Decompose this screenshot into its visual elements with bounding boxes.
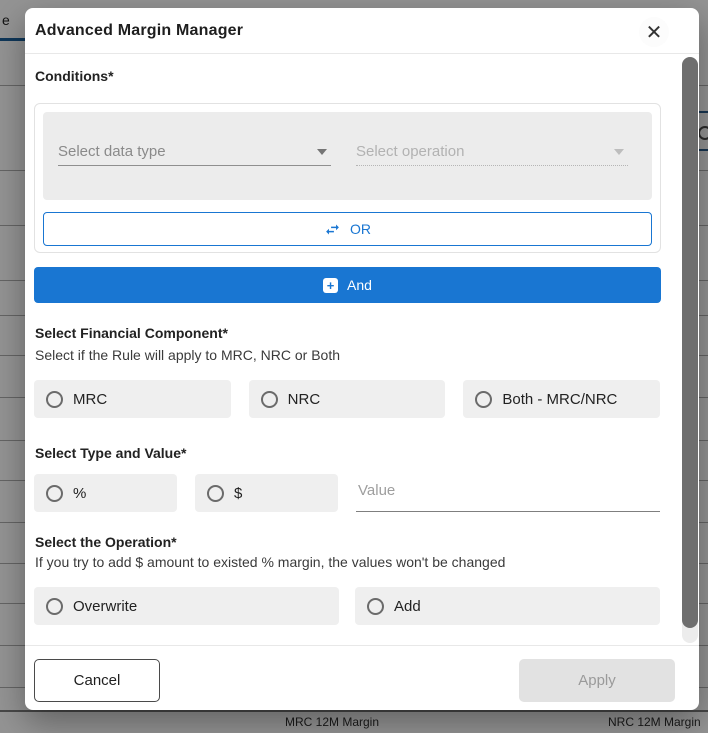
close-icon[interactable]: ✕ <box>639 17 669 47</box>
conditions-label: Conditions* <box>35 68 114 84</box>
type-and-value-label: Select Type and Value* <box>35 445 187 461</box>
swap-horizontal-icon <box>326 224 339 234</box>
plus-box-icon: + <box>323 277 339 293</box>
financial-component-options: MRC NRC Both - MRC/NRC <box>34 380 661 418</box>
radio-icon <box>46 484 63 502</box>
operation-options: Overwrite Add <box>34 587 660 625</box>
or-button-label: OR <box>350 221 371 237</box>
financial-component-label: Select Financial Component* <box>35 325 228 341</box>
option-percent[interactable]: % <box>34 474 177 512</box>
operation-description: If you try to add $ amount to existed % … <box>35 554 506 570</box>
type-and-value-options: % $ <box>34 474 660 512</box>
data-type-select[interactable]: Select data type <box>58 138 331 166</box>
and-button-label: And <box>347 277 372 293</box>
option-label: % <box>73 484 87 502</box>
radio-icon <box>46 597 63 615</box>
data-type-select-placeholder: Select data type <box>58 143 166 160</box>
option-label: Add <box>394 597 421 615</box>
operation-select[interactable]: Select operation <box>356 138 628 166</box>
option-dollar[interactable]: $ <box>195 474 338 512</box>
or-button[interactable]: OR <box>43 212 652 246</box>
radio-icon <box>367 597 384 615</box>
option-mrc[interactable]: MRC <box>34 380 231 418</box>
option-label: MRC <box>73 390 108 408</box>
chevron-down-icon <box>317 148 327 155</box>
cancel-button[interactable]: Cancel <box>34 659 160 702</box>
option-overwrite[interactable]: Overwrite <box>34 587 339 625</box>
dialog-header: Advanced Margin Manager ✕ <box>25 8 699 54</box>
radio-icon <box>475 390 493 408</box>
option-nrc[interactable]: NRC <box>248 380 446 418</box>
condition-group-card: Select data type Select operation OR <box>34 103 661 253</box>
option-label: NRC <box>287 390 321 408</box>
scrollbar-thumb[interactable] <box>682 57 698 628</box>
and-button[interactable]: + And <box>34 267 661 303</box>
apply-button[interactable]: Apply <box>519 659 675 702</box>
footer-divider <box>25 645 699 646</box>
financial-component-description: Select if the Rule will apply to MRC, NR… <box>35 347 340 363</box>
chevron-down-icon <box>614 148 624 155</box>
option-add[interactable]: Add <box>355 587 660 625</box>
option-label: Overwrite <box>73 597 138 615</box>
dialog-title: Advanced Margin Manager <box>35 22 244 39</box>
radio-icon <box>260 390 278 408</box>
operation-select-placeholder: Select operation <box>356 143 465 160</box>
radio-icon <box>207 484 224 502</box>
option-both-mrc-nrc[interactable]: Both - MRC/NRC <box>463 380 661 418</box>
advanced-margin-manager-dialog: Advanced Margin Manager ✕ Conditions* Se… <box>25 8 699 710</box>
option-label: $ <box>234 484 243 502</box>
condition-row: Select data type Select operation <box>43 112 652 200</box>
option-label: Both - MRC/NRC <box>502 390 618 408</box>
value-input[interactable] <box>356 474 660 512</box>
operation-label: Select the Operation* <box>35 534 177 550</box>
radio-icon <box>46 390 63 408</box>
